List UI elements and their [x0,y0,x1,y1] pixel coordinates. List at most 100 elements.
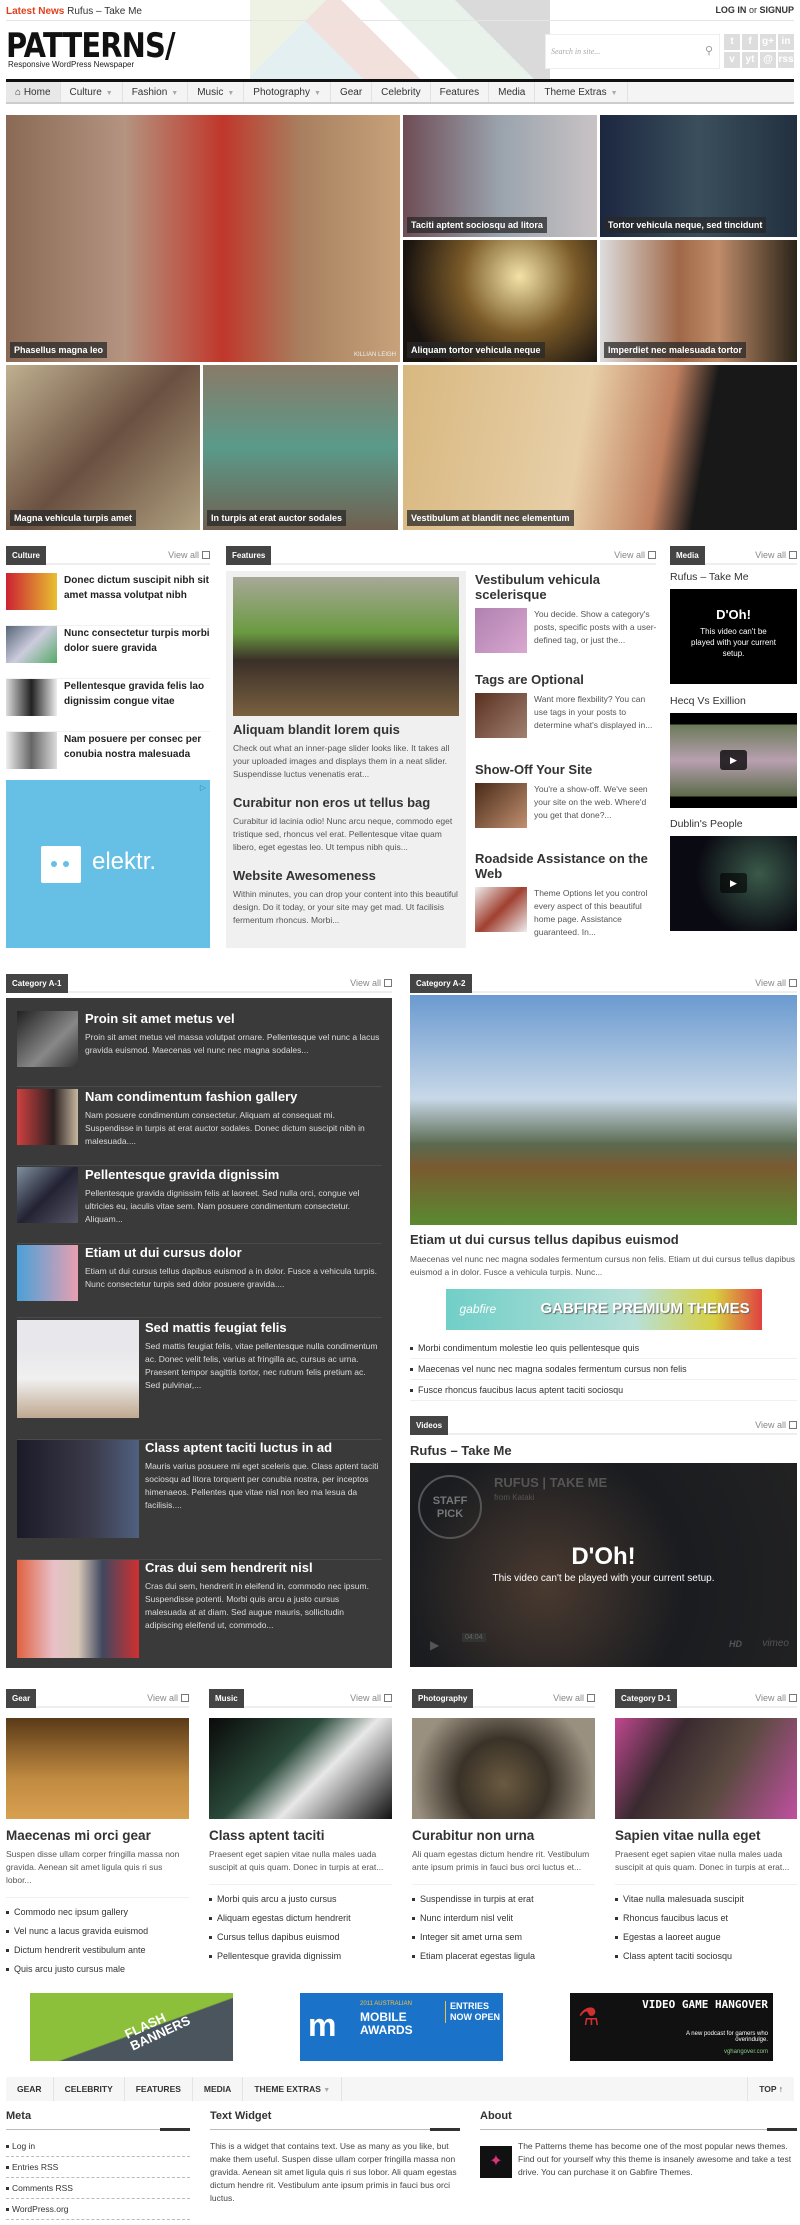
post-title[interactable]: Pellentesque gravida dignissim [85,1167,382,1182]
post-title[interactable]: Curabitur non eros ut tellus bag [233,795,459,810]
feature-image[interactable] [233,577,459,716]
nav-music[interactable]: Music ▼ [188,82,245,102]
nav-theme-extras[interactable]: Theme Extras ▼ [535,82,628,102]
meta-link[interactable]: Comments RSS [6,2178,190,2199]
footer-nav-features[interactable]: FEATURES [125,2077,193,2101]
latest-news-link[interactable]: Rufus – Take Me [67,6,142,17]
linkedin-icon[interactable]: in [778,34,794,50]
view-all-link[interactable]: View all [755,978,797,988]
video-title[interactable]: Dublin's People [670,818,743,830]
footer-nav-theme-extras[interactable]: THEME EXTRAS ▼ [243,2077,343,2101]
list-link[interactable]: Vitae nulla malesuada suscipit [615,1889,798,1908]
nav-home[interactable]: ⌂ Home [6,82,61,102]
list-link[interactable]: Quis arcu justo cursus male [6,1959,189,1978]
list-link[interactable]: Egestas a laoreet augue [615,1927,798,1946]
item-title[interactable]: Pellentesque gravida felis lao dignissim… [64,679,210,709]
list-link[interactable]: Morbi quis arcu a justo cursus [209,1889,392,1908]
mosaic-tile[interactable]: Tortor vehicula neque, sed tincidunt [600,115,797,237]
list-link[interactable]: Integer sit amet urna sem [412,1927,595,1946]
list-link[interactable]: Cursus tellus dapibus euismod [209,1927,392,1946]
list-link[interactable]: Commodo nec ipsum gallery [6,1902,189,1921]
list-item[interactable]: Nunc consectetur turpis morbi dolor suer… [6,626,210,679]
post-image[interactable] [209,1718,392,1819]
section-label[interactable]: Media [670,546,705,565]
list-link[interactable]: Etiam placerat egestas ligula [412,1946,595,1965]
nav-photography[interactable]: Photography ▼ [244,82,331,102]
play-icon[interactable]: ▶ [430,1638,439,1652]
nav-gear[interactable]: Gear [331,82,373,102]
list-link[interactable]: Rhoncus faucibus lacus et [615,1908,798,1927]
featured-image[interactable] [410,995,797,1225]
view-all-link[interactable]: View all [350,1693,392,1703]
signup-link[interactable]: SIGNUP [759,5,794,15]
post-title[interactable]: Sapien vitae nulla eget [615,1828,798,1843]
youtube-icon[interactable]: yt [742,52,758,68]
meta-link[interactable]: Log in [6,2136,190,2157]
vimeo-logo[interactable]: vimeo [762,1638,789,1649]
footer-nav-celebrity[interactable]: CELEBRITY [54,2077,125,2101]
mosaic-tile[interactable]: Vestibulum at blandit nec elementum [403,365,797,530]
list-link[interactable]: Aliquam egestas dictum hendrerit [209,1908,392,1927]
post-title[interactable]: Nam condimentum fashion gallery [85,1089,382,1104]
view-all-link[interactable]: View all [350,978,392,988]
post-title[interactable]: Class aptent taciti [209,1828,392,1843]
post-title[interactable]: Aliquam blandit lorem quis [233,722,459,737]
list-link[interactable]: Class aptent taciti sociosqu [615,1946,798,1965]
post-title[interactable]: Vestibulum vehicula scelerisque [475,572,657,602]
post-title[interactable]: Cras dui sem hendrerit nisl [145,1560,382,1575]
list-item[interactable]: Donec dictum suscipit nibh sit amet mass… [6,573,210,626]
video-player[interactable]: ▶ [670,713,797,808]
post-title[interactable]: Class aptent taciti luctus in ad [145,1440,382,1455]
list-link[interactable]: Nunc interdum nisl velit [412,1908,595,1927]
post-image[interactable] [412,1718,595,1819]
mosaic-tile[interactable]: In turpis at erat auctor sodales [203,365,398,530]
view-all-link[interactable]: View all [614,550,656,560]
nav-features[interactable]: Features [431,82,490,102]
view-all-link[interactable]: View all [553,1693,595,1703]
mosaic-tile[interactable]: Aliquam tortor vehicula neque [403,240,597,362]
view-all-link[interactable]: View all [147,1693,189,1703]
vimeo-icon[interactable]: v [724,52,740,68]
video-player[interactable]: STAFF PICK RUFUS | TAKE ME from Kataki D… [410,1463,797,1667]
post-image[interactable] [6,1718,189,1819]
mosaic-tile[interactable]: Taciti aptent sociosqu ad litora [403,115,597,237]
post-title[interactable]: Etiam ut dui cursus dolor [85,1245,382,1260]
twitter-icon[interactable]: t [724,34,740,50]
section-label[interactable]: Features [226,546,272,565]
mobile-awards-ad[interactable]: m 2011 AUSTRALIAN MOBILE AWARDS ENTRIES … [300,1993,503,2061]
list-link[interactable]: Morbi condimentum molestie leo quis pell… [410,1338,797,1359]
mosaic-tile[interactable]: Phasellus magna leo KILLIAN LEIGH [6,115,400,362]
list-link[interactable]: Suspendisse in turpis at erat [412,1889,595,1908]
nav-fashion[interactable]: Fashion ▼ [123,82,189,102]
item-title[interactable]: Nunc consectetur turpis morbi dolor suer… [64,626,210,656]
item-title[interactable]: Donec dictum suscipit nibh sit amet mass… [64,573,210,603]
video-title[interactable]: Rufus – Take Me [410,1443,512,1458]
video-player[interactable]: D'Oh! This video can't be played with you… [670,589,797,684]
list-link[interactable]: Vel nunc a lacus gravida euismod [6,1921,189,1940]
hd-icon[interactable]: HD [729,1639,742,1649]
play-icon[interactable]: ▶ [720,873,747,893]
footer-nav-media[interactable]: MEDIA [193,2077,244,2101]
nav-media[interactable]: Media [489,82,536,102]
email-icon[interactable]: @ [760,52,776,68]
footer-nav-gear[interactable]: GEAR [6,2077,54,2101]
facebook-icon[interactable]: f [742,34,758,50]
list-link[interactable]: Pellentesque gravida dignissim [209,1946,392,1965]
post-title[interactable]: Curabitur non urna [412,1828,595,1843]
post-title[interactable]: Website Awesomeness [233,868,459,883]
play-icon[interactable]: ▶ [720,750,747,770]
post-title[interactable]: Maecenas mi orci gear [6,1828,189,1843]
elektr-ad[interactable]: elektr. ▷ [6,780,210,948]
search-icon[interactable]: ⚲ [705,44,713,57]
post-title[interactable]: Etiam ut dui cursus tellus dapibus euism… [410,1232,797,1247]
mosaic-tile[interactable]: Magna vehicula turpis amet [6,365,200,530]
nav-celebrity[interactable]: Celebrity [372,82,431,102]
meta-link[interactable]: Entries RSS [6,2157,190,2178]
post-title[interactable]: Show-Off Your Site [475,762,657,777]
video-player[interactable]: ▶ [670,836,797,931]
mosaic-tile[interactable]: Imperdiet nec malesuada tortor [600,240,797,362]
list-item[interactable]: Pellentesque gravida felis lao dignissim… [6,679,210,732]
section-label[interactable]: Photography [412,1689,474,1708]
section-label[interactable]: Culture [6,546,46,565]
view-all-link[interactable]: View all [755,550,797,560]
